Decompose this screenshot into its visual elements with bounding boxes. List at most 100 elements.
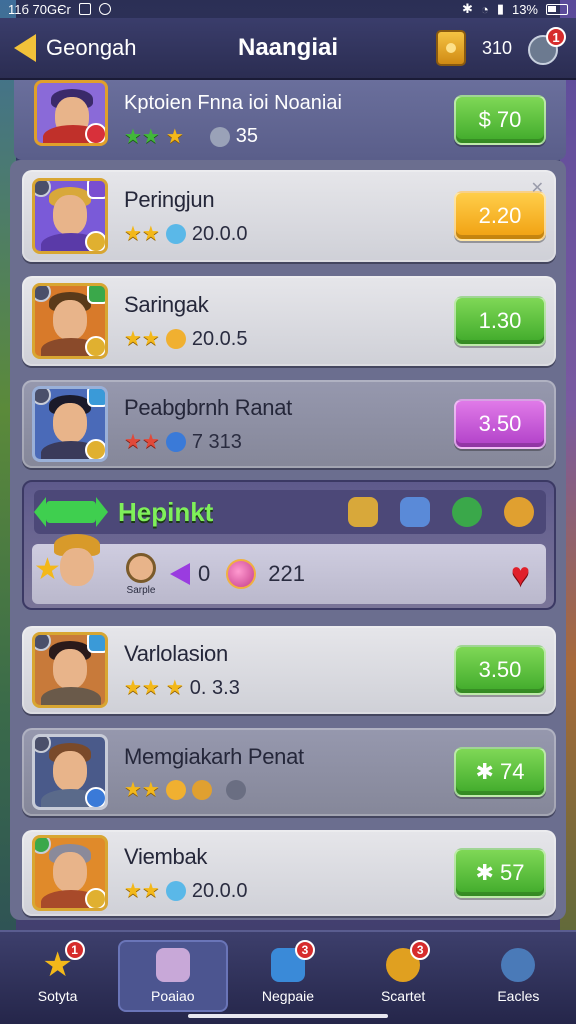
back-label: Geongah: [46, 35, 137, 60]
star-icon: ★: [165, 125, 184, 148]
level-badge-icon: [85, 231, 105, 251]
rank-badge-icon: [35, 286, 51, 302]
item-list: ✕ Peringjun ★★ 20.0.0 2.20 Saringak ★★ 2…: [10, 160, 566, 920]
list-item[interactable]: Memgiakarh Penat ★★ ✱ 74: [22, 728, 556, 816]
price-button[interactable]: 3.50: [454, 645, 546, 695]
item-name: Peabgbrnh Ranat: [124, 394, 292, 420]
coin-icon[interactable]: [504, 497, 534, 527]
item-name: Varlolasion: [124, 640, 228, 666]
price-button[interactable]: ✱ 57: [454, 848, 546, 898]
avatar: [32, 835, 108, 911]
avatar: [34, 80, 108, 146]
list-item[interactable]: Varlolasion ★★ ★ 0. 3.3 3.50: [22, 626, 556, 714]
nav-badge: 3: [294, 940, 315, 960]
status-bar: 11б 70GЄr ✱ ◔ ▮ 13%: [0, 0, 576, 18]
nav-item-sotyta[interactable]: ★ Sotyta 1: [3, 940, 113, 1012]
heart-icon[interactable]: ♥: [511, 558, 530, 590]
bag-icon[interactable]: [348, 497, 378, 527]
gem-icon: [165, 881, 186, 901]
item-stat: 35: [235, 125, 259, 147]
green-gem-icon: [34, 497, 108, 527]
featured-offer[interactable]: Hepinkt ★ Sarple 0 221 ♥: [22, 480, 556, 610]
sync-icon: [98, 3, 111, 15]
price-button[interactable]: ✱ 74: [454, 747, 546, 797]
gear-icon: [209, 126, 230, 147]
list-item[interactable]: ✕ Peringjun ★★ 20.0.0 2.20: [22, 170, 556, 262]
back-button[interactable]: Geongah: [14, 34, 137, 62]
price-button[interactable]: 1.30: [454, 296, 546, 346]
avatar: [32, 632, 108, 708]
class-badge-icon: [87, 635, 105, 653]
close-icon[interactable]: ✕: [531, 178, 544, 198]
item-stat: 7 313: [191, 430, 242, 453]
price-button[interactable]: $ 70: [454, 95, 546, 145]
back-arrow-icon: [14, 34, 36, 62]
star-icon: ★★: [124, 328, 160, 350]
item-stat: 20.0.0: [191, 222, 248, 245]
rank-badge-icon: [35, 389, 51, 405]
avatar: [32, 178, 108, 254]
list-item[interactable]: Peabgbrnh Ranat ★★ 7 313 3.50: [22, 380, 556, 468]
avatar: [126, 552, 156, 583]
rank-badge-icon: [35, 635, 51, 651]
price-button[interactable]: 2.20: [454, 191, 546, 241]
purple-gem-icon: [170, 563, 190, 585]
leaf-icon[interactable]: [452, 497, 482, 527]
level-badge-icon: [85, 888, 105, 908]
nav-item-negpaie[interactable]: Negpaie 3: [233, 940, 343, 1012]
item-name: Peringjun: [124, 186, 215, 212]
star-icon: ★★: [124, 223, 160, 245]
nav-item-poaiao[interactable]: Poaiao: [117, 940, 228, 1012]
list-item[interactable]: Viembak ★★ 20.0.0 ✱ 57: [22, 830, 556, 916]
coin-icon[interactable]: [435, 30, 466, 66]
level-badge-icon: [85, 336, 105, 356]
app-header: Geongah Naangiai 310 1: [0, 18, 576, 80]
featured-title: Hepinkt: [118, 496, 214, 527]
featured-header: Hepinkt: [34, 490, 546, 534]
star-icon: ★★: [124, 125, 160, 148]
avatar: [32, 386, 108, 462]
star-icon: ★: [165, 677, 184, 699]
item-stat: 20.0.0: [191, 879, 248, 902]
star-icon: ★★: [124, 779, 160, 801]
nav-label: Poaiao: [150, 988, 195, 1004]
nav-label: Scartet: [380, 988, 426, 1004]
status-time: 11б 70GЄr: [8, 1, 71, 17]
avatar: [32, 283, 108, 359]
gear-icon: [225, 780, 246, 800]
price-button[interactable]: 3.50: [454, 399, 546, 449]
item-name: Memgiakarh Penat: [124, 744, 304, 769]
item-name: Viembak: [124, 843, 208, 869]
item-stat: 20.0.5: [191, 327, 248, 350]
notification-badge: 1: [546, 27, 566, 47]
avatar: ★: [34, 532, 112, 602]
battery-percent: 13%: [511, 1, 538, 17]
nav-item-scartet[interactable]: Scartet 3: [348, 940, 458, 1012]
wifi-icon: ◔: [480, 1, 489, 17]
star-icon: ★★: [124, 880, 160, 902]
coin-icon: [165, 780, 186, 800]
level-badge-icon: [85, 787, 105, 807]
nav-badge: 3: [410, 940, 431, 960]
nav-label: Negpaie: [261, 988, 315, 1004]
nav-label: Eacles: [497, 988, 540, 1004]
list-item-top[interactable]: Kptoien Fnna ioi Noaniai ★★ ★ 35 $ 70: [14, 80, 566, 160]
potion-icon[interactable]: [400, 497, 430, 527]
list-item[interactable]: Saringak ★★ 20.0.5 1.30: [22, 276, 556, 366]
item-name: Kptoien Fnna ioi Noaniai: [124, 92, 342, 114]
rank-badge-icon: [35, 737, 51, 753]
item-stat: 0. 3.3: [189, 676, 240, 699]
home-indicator[interactable]: [188, 1014, 388, 1018]
battery-icon: [546, 3, 568, 15]
nav-item-eacles[interactable]: Eacles: [463, 940, 573, 1012]
nav-label: Sotyta: [37, 988, 78, 1004]
notifications-button[interactable]: 1: [528, 27, 566, 65]
bottom-navigation: ★ Sotyta 1 Poaiao Negpaie 3 Scartet 3 Ea…: [0, 930, 576, 1024]
rank-badge-icon: [85, 123, 105, 143]
coin-count: 310: [481, 37, 512, 58]
profile-thumbnail[interactable]: Sarple: [126, 552, 156, 596]
cards-icon: [155, 948, 190, 982]
star-icon: ★: [34, 553, 61, 586]
level-badge-icon: [85, 439, 105, 459]
gem-count: 0: [198, 561, 211, 586]
